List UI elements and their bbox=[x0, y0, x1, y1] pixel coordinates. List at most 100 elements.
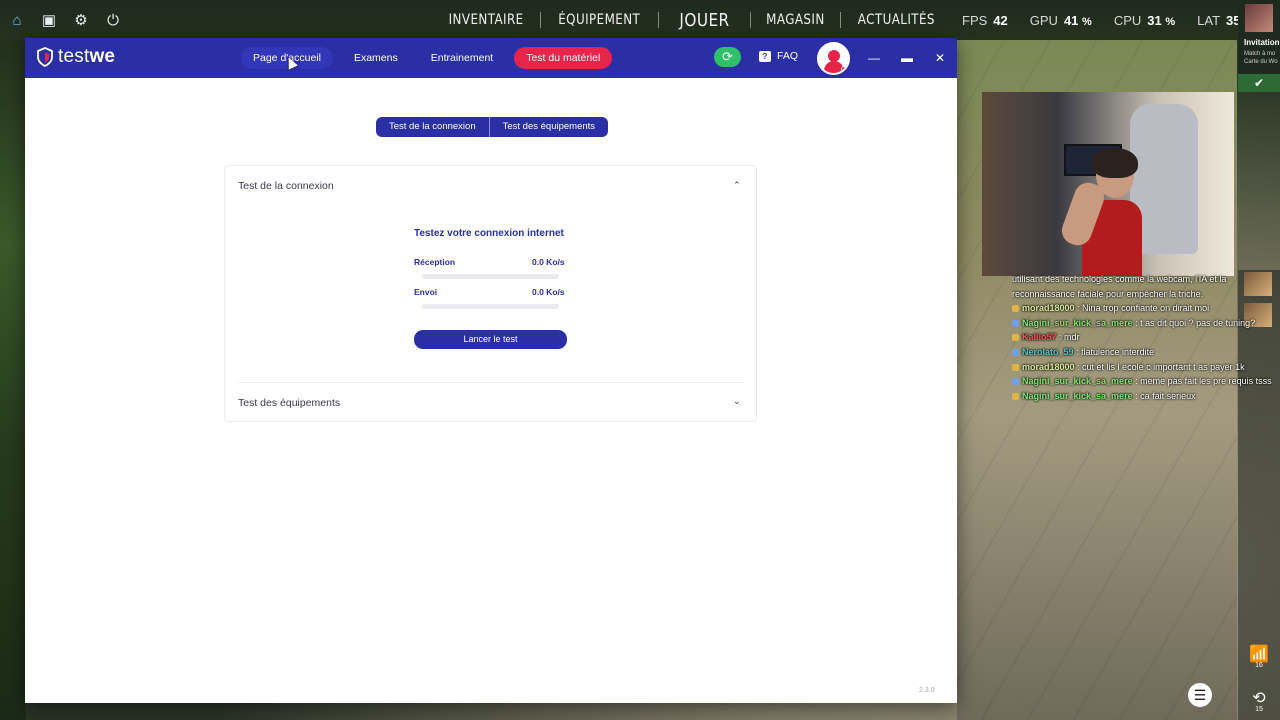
gpu-unit: % bbox=[1082, 15, 1092, 28]
accordion-equipment-title[interactable]: Test des équipements bbox=[238, 397, 340, 409]
upload-value: 0.0 Ko/s bbox=[532, 287, 565, 297]
nav-equipment[interactable]: ÉQUIPEMENT bbox=[550, 12, 649, 28]
nav-training[interactable]: Entrainement bbox=[419, 47, 505, 69]
invitation-line-1: Match à mo bbox=[1244, 51, 1276, 57]
logo-text-light: test bbox=[58, 46, 90, 67]
app-version: 2.3.0 bbox=[919, 687, 935, 694]
nav-divider bbox=[749, 12, 751, 28]
accept-invitation-button[interactable]: ✔ bbox=[1238, 74, 1280, 92]
chat-message: morad18000 : cut et lis l ecole c import… bbox=[1012, 360, 1272, 375]
invitation-details: Match à mo Carte du Wo bbox=[1244, 50, 1278, 66]
store-icon[interactable]: ▣ bbox=[40, 11, 58, 29]
chat-message: utilisant des technologies comme la webc… bbox=[1012, 272, 1272, 287]
faq-button[interactable]: ? FAQ bbox=[759, 50, 798, 62]
chat-username[interactable]: Nagini_sur_kick_sa_mere bbox=[1022, 376, 1133, 386]
game-top-icons: ⌂ ▣ ⚙ ⏻ bbox=[8, 11, 122, 30]
shield-icon bbox=[37, 47, 53, 67]
chevron-up-icon[interactable]: ⌃ bbox=[733, 180, 741, 191]
chat-badge-icon bbox=[1012, 392, 1019, 400]
logo-text-bold: we bbox=[89, 46, 116, 67]
testwe-header: testwe Page d'accueil Examens Entraineme… bbox=[25, 38, 957, 78]
home-icon[interactable]: ⌂ bbox=[8, 11, 26, 29]
chat-username[interactable]: Kalilo57 bbox=[1022, 332, 1057, 342]
fps-value: 42 bbox=[993, 12, 1008, 28]
history-count: 15 bbox=[1255, 706, 1263, 713]
close-icon[interactable]: ✕ bbox=[931, 49, 949, 67]
launch-test-button[interactable]: Lancer le test bbox=[414, 330, 567, 349]
chat-message: Nagini_sur_kick_sa_mere : t as dit quoi … bbox=[1012, 316, 1272, 331]
test-tabs: Test de la connexion Test des équipement… bbox=[376, 117, 609, 137]
chat-text: : t as dit quoi ? pas de tuning? bbox=[1132, 317, 1256, 328]
chat-text: : ca fait serieux bbox=[1132, 390, 1196, 401]
chat-username[interactable]: Nerolato_59 bbox=[1022, 347, 1074, 357]
testwe-nav: Page d'accueil Examens Entrainement Test… bbox=[241, 47, 621, 69]
faq-icon: ? bbox=[759, 50, 771, 62]
chat-username[interactable]: morad18000 bbox=[1022, 303, 1075, 313]
user-avatar[interactable] bbox=[817, 42, 850, 75]
chat-badge-icon bbox=[1012, 319, 1019, 327]
nav-divider bbox=[657, 12, 659, 28]
chevron-down-icon[interactable]: ⌄ bbox=[733, 396, 741, 407]
chat-text: : flatulence interdite bbox=[1073, 346, 1155, 357]
chat-text: : cut et lis l ecole c important t as pa… bbox=[1074, 361, 1245, 372]
nav-divider bbox=[540, 12, 542, 28]
stream-chat: utilisant des technologies comme la webc… bbox=[1012, 272, 1272, 403]
chat-text: : mdr bbox=[1056, 332, 1080, 343]
tab-equipment-test[interactable]: Test des équipements bbox=[489, 117, 609, 137]
settings-icon[interactable]: ⚙ bbox=[72, 11, 90, 29]
webcam-person bbox=[1057, 148, 1146, 276]
power-icon[interactable]: ⏻ bbox=[104, 11, 122, 29]
connection-test-heading: Testez votre connexion internet bbox=[414, 228, 564, 239]
faq-label: FAQ bbox=[777, 50, 799, 62]
nav-hardware-test[interactable]: Test du matériel bbox=[514, 47, 613, 69]
maximize-icon[interactable]: ▬ bbox=[898, 49, 916, 67]
game-left-strip bbox=[0, 40, 26, 720]
reception-value: 0.0 Ko/s bbox=[532, 257, 565, 267]
chat-username[interactable]: Nagini_sur_kick_sa_mere bbox=[1022, 391, 1133, 401]
history-button[interactable]: ⟲ 15 bbox=[1244, 688, 1274, 713]
accordion-divider bbox=[238, 382, 744, 383]
nav-exams[interactable]: Examens bbox=[342, 47, 410, 69]
upload-progress-bar bbox=[422, 304, 559, 309]
chat-text: utilisant des technologies comme la webc… bbox=[1012, 274, 1227, 284]
chat-text: : Nina trop confiante on dirait moi bbox=[1074, 303, 1210, 314]
invitation-line-2: Carte du Wo bbox=[1244, 59, 1278, 65]
cpu-stat: CPU 31 % bbox=[1114, 13, 1175, 28]
nav-play[interactable]: JOUER bbox=[666, 10, 743, 31]
chat-badge-icon bbox=[1012, 348, 1019, 356]
game-main-nav: INVENTAIRE ÉQUIPEMENT JOUER MAGASIN ACTU… bbox=[432, 0, 951, 40]
test-accordion: Test de la connexion ⌃ Testez votre conn… bbox=[224, 165, 757, 422]
performance-stats: FPS42 GPU41 % CPU31 % LAT35.3 bbox=[962, 0, 1251, 40]
nav-store[interactable]: MAGASIN bbox=[757, 12, 833, 28]
cpu-value: 31 bbox=[1147, 12, 1162, 28]
chat-message: Nagini_sur_kick_sa_mere : meme pas fait … bbox=[1012, 374, 1272, 389]
chat-badge-icon bbox=[1012, 363, 1019, 371]
minimize-icon[interactable]: — bbox=[865, 49, 883, 67]
tab-connection-test[interactable]: Test de la connexion bbox=[376, 117, 490, 137]
chat-username[interactable]: morad18000 bbox=[1022, 362, 1075, 372]
chat-message: morad18000 : Nina trop confiante on dira… bbox=[1012, 301, 1272, 316]
inviter-avatar bbox=[1245, 4, 1273, 32]
cpu-unit: % bbox=[1165, 15, 1176, 28]
upload-label: Envoi bbox=[414, 287, 438, 297]
nav-inventory[interactable]: INVENTAIRE bbox=[440, 12, 532, 28]
refresh-button[interactable]: ⟳ bbox=[714, 47, 741, 67]
nav-divider bbox=[839, 12, 841, 28]
nav-news[interactable]: ACTUALITÉS bbox=[849, 12, 943, 28]
streamer-webcam bbox=[982, 92, 1234, 276]
invitation-title: Invitation bbox=[1244, 38, 1280, 47]
gpu-stat: GPU 41 % bbox=[1030, 13, 1092, 28]
gpu-label: GPU bbox=[1029, 12, 1058, 28]
fps-stat: FPS 42 bbox=[962, 13, 1008, 28]
history-icon: ⟲ bbox=[1252, 690, 1266, 707]
invitation-toast[interactable]: Invitation Match à mo Carte du Wo ✔ bbox=[1238, 0, 1280, 92]
chat-message: Nerolato_59 : flatulence interdite bbox=[1012, 345, 1272, 360]
chat-username[interactable]: Nagini_sur_kick_sa_mere bbox=[1022, 318, 1133, 328]
accordion-connection-title[interactable]: Test de la connexion bbox=[238, 180, 334, 192]
mixer-settings-icon[interactable]: ☰ bbox=[1188, 683, 1212, 707]
chat-badge-icon bbox=[1012, 334, 1019, 342]
gpu-value: 41 bbox=[1063, 12, 1079, 28]
reception-label: Réception bbox=[414, 257, 456, 267]
broadcast-button[interactable]: 📶 16 bbox=[1244, 644, 1274, 669]
chat-text: : meme pas fait les pre requis tsss bbox=[1132, 376, 1272, 387]
